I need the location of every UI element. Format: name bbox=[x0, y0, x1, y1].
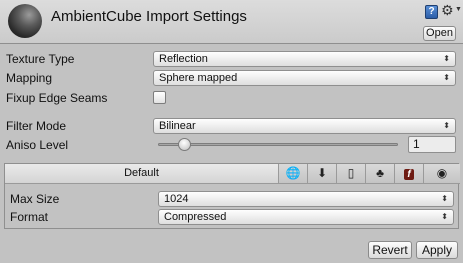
phone-icon[interactable]: ▯ bbox=[337, 164, 366, 184]
circle-icon[interactable]: ◉ bbox=[424, 164, 460, 184]
filter-mode-dropdown[interactable]: Bilinear ⬍ bbox=[153, 118, 456, 134]
chevron-down-icon[interactable]: ▼ bbox=[455, 6, 462, 13]
dropdown-arrows-icon: ⬍ bbox=[443, 121, 450, 130]
cubemap-preview-sphere bbox=[8, 4, 42, 38]
format-value: Compressed bbox=[164, 211, 227, 223]
flash-icon[interactable]: f bbox=[395, 164, 424, 184]
dropdown-arrows-icon: ⬍ bbox=[441, 212, 448, 221]
inspector-title: AmbientCube Import Settings bbox=[51, 8, 247, 25]
max-size-value: 1024 bbox=[164, 193, 189, 205]
platform-settings-panel: Default 🌐 ⬇ ▯ ♣ f ◉ Max Size 1024 ⬍ Form… bbox=[4, 163, 460, 229]
revert-button[interactable]: Revert bbox=[368, 241, 412, 259]
android-icon[interactable]: ♣ bbox=[366, 164, 395, 184]
filter-mode-label: Filter Mode bbox=[6, 119, 67, 133]
max-size-label: Max Size bbox=[10, 192, 60, 206]
texture-type-label: Texture Type bbox=[6, 52, 75, 66]
inspector-header: AmbientCube Import Settings ? ⚙ ▼ Open bbox=[0, 0, 463, 44]
globe-icon[interactable]: 🌐 bbox=[279, 164, 308, 184]
aniso-level-label: Aniso Level bbox=[6, 138, 69, 152]
max-size-dropdown[interactable]: 1024 ⬍ bbox=[158, 191, 454, 207]
texture-type-dropdown[interactable]: Reflection ⬍ bbox=[153, 51, 456, 67]
dropdown-arrows-icon: ⬍ bbox=[443, 54, 450, 63]
format-dropdown[interactable]: Compressed ⬍ bbox=[158, 209, 454, 225]
dropdown-arrows-icon: ⬍ bbox=[443, 73, 450, 82]
mapping-label: Mapping bbox=[6, 71, 53, 85]
mapping-dropdown[interactable]: Sphere mapped ⬍ bbox=[153, 70, 456, 86]
filter-mode-value: Bilinear bbox=[159, 120, 196, 132]
gear-icon[interactable]: ⚙ bbox=[441, 3, 454, 17]
texture-type-value: Reflection bbox=[159, 53, 208, 65]
apply-button[interactable]: Apply bbox=[416, 241, 458, 259]
aniso-level-slider[interactable] bbox=[158, 143, 398, 146]
aniso-level-slider-thumb[interactable] bbox=[178, 138, 191, 151]
open-button[interactable]: Open bbox=[423, 26, 456, 41]
help-icon[interactable]: ? bbox=[425, 5, 438, 19]
mapping-value: Sphere mapped bbox=[159, 72, 238, 84]
dropdown-arrows-icon: ⬍ bbox=[441, 194, 448, 203]
fixup-edge-seams-checkbox[interactable] bbox=[153, 91, 166, 104]
fixup-edge-seams-label: Fixup Edge Seams bbox=[6, 91, 108, 105]
format-label: Format bbox=[10, 210, 49, 224]
download-icon[interactable]: ⬇ bbox=[308, 164, 337, 184]
aniso-level-field[interactable]: 1 bbox=[408, 136, 456, 153]
tab-default[interactable]: Default bbox=[5, 164, 279, 184]
